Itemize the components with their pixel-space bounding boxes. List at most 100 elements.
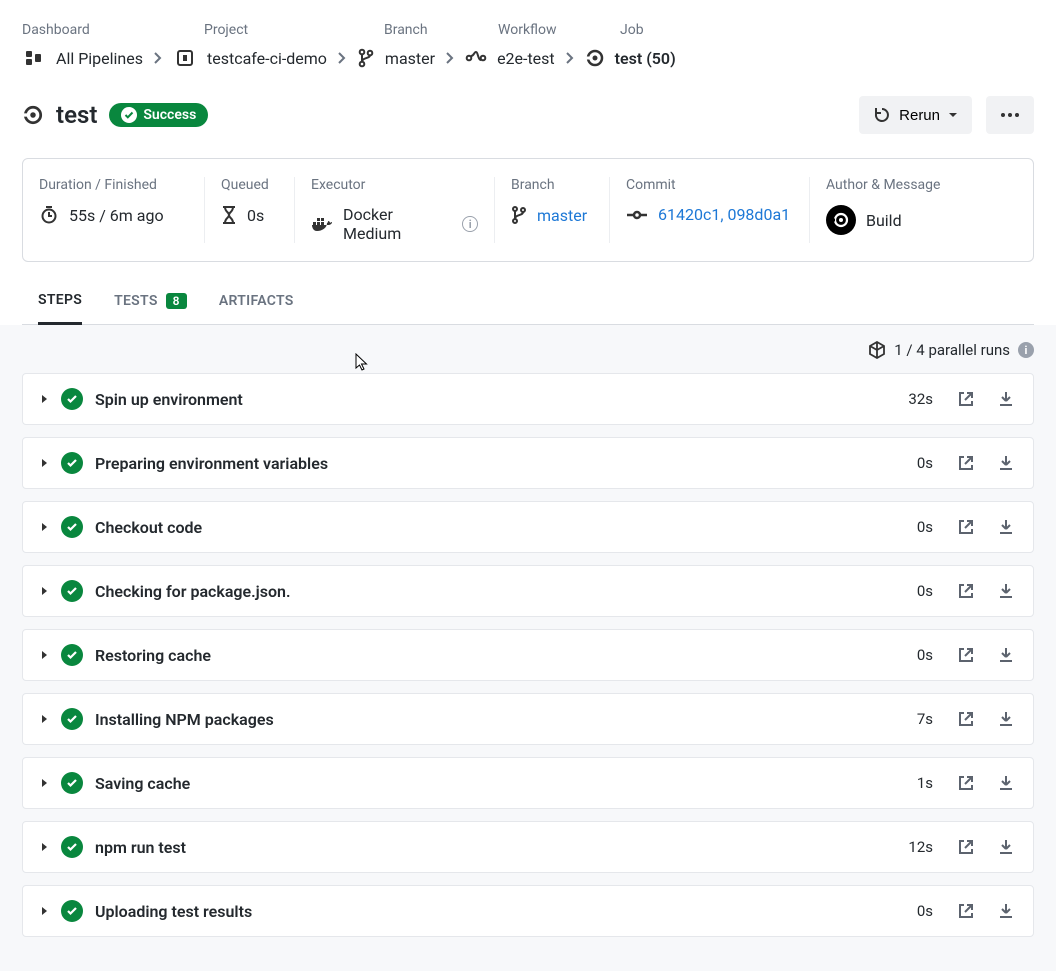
crumb-project[interactable]: testcafe-ci-demo <box>173 46 327 70</box>
tab-artifacts[interactable]: ARTIFACTS <box>219 278 294 324</box>
open-external-icon[interactable] <box>957 774 975 792</box>
step-row[interactable]: Spin up environment 32s <box>22 373 1034 425</box>
check-icon <box>121 107 137 123</box>
tab-tests[interactable]: TESTS 8 <box>114 278 187 324</box>
step-row[interactable]: Installing NPM packages 7s <box>22 693 1034 745</box>
download-icon[interactable] <box>997 838 1015 856</box>
crumb-job[interactable]: test (50) <box>585 48 676 68</box>
tab-steps-label: STEPS <box>38 292 82 308</box>
download-icon[interactable] <box>997 774 1015 792</box>
rerun-button[interactable]: Rerun <box>859 96 972 134</box>
open-external-icon[interactable] <box>957 390 975 408</box>
meta-commit-value[interactable]: 61420c1, 098d0a1 <box>658 205 790 224</box>
author-avatar-icon <box>826 205 856 235</box>
step-row[interactable]: Saving cache 1s <box>22 757 1034 809</box>
step-row[interactable]: Checking for package.json. 0s <box>22 565 1034 617</box>
crumb-workflow-label: e2e-test <box>497 49 555 68</box>
step-name: Saving cache <box>95 774 917 793</box>
check-circle-icon <box>61 644 83 666</box>
status-badge: Success <box>109 103 208 127</box>
check-circle-icon <box>61 516 83 538</box>
step-row[interactable]: npm run test 12s <box>22 821 1034 873</box>
workflow-icon <box>465 51 487 65</box>
project-icon <box>173 46 197 70</box>
open-external-icon[interactable] <box>957 518 975 536</box>
caret-right-icon <box>41 714 61 724</box>
download-icon[interactable] <box>997 582 1015 600</box>
open-external-icon[interactable] <box>957 454 975 472</box>
meta-commit-label: Commit <box>626 177 793 193</box>
step-time: 0s <box>917 582 933 600</box>
step-time: 7s <box>917 710 933 728</box>
step-row[interactable]: Uploading test results 0s <box>22 885 1034 937</box>
step-name: Restoring cache <box>95 646 917 665</box>
crumb-branch-label: master <box>385 49 435 68</box>
caret-right-icon <box>41 650 61 660</box>
rerun-label: Rerun <box>899 107 940 124</box>
open-external-icon[interactable] <box>957 902 975 920</box>
check-circle-icon <box>61 772 83 794</box>
meta-branch-label: Branch <box>511 177 593 193</box>
chevron-right-icon <box>337 51 347 65</box>
meta-branch-value[interactable]: master <box>537 206 587 225</box>
download-icon[interactable] <box>997 454 1015 472</box>
step-time: 32s <box>908 390 933 408</box>
check-circle-icon <box>61 452 83 474</box>
hourglass-icon <box>221 205 237 225</box>
stopwatch-icon <box>39 205 59 225</box>
tab-steps[interactable]: STEPS <box>38 278 82 325</box>
breadcrumb-label-dashboard: Dashboard <box>22 22 204 38</box>
crumb-branch[interactable]: master <box>357 48 435 68</box>
check-circle-icon <box>61 708 83 730</box>
step-name: Uploading test results <box>95 902 917 921</box>
check-circle-icon <box>61 388 83 410</box>
job-title-icon <box>22 104 44 126</box>
info-icon[interactable]: i <box>462 216 478 232</box>
download-icon[interactable] <box>997 390 1015 408</box>
crumb-project-label: testcafe-ci-demo <box>207 49 327 68</box>
tabs: STEPS TESTS 8 ARTIFACTS <box>22 278 1034 325</box>
step-row[interactable]: Checkout code 0s <box>22 501 1034 553</box>
open-external-icon[interactable] <box>957 646 975 664</box>
tab-tests-badge: 8 <box>166 293 187 309</box>
download-icon[interactable] <box>997 710 1015 728</box>
meta-executor-label: Executor <box>311 177 478 193</box>
pipelines-icon <box>22 46 46 70</box>
status-label: Success <box>143 107 196 123</box>
step-row[interactable]: Restoring cache 0s <box>22 629 1034 681</box>
step-time: 0s <box>917 454 933 472</box>
caret-right-icon <box>41 522 61 532</box>
step-name: Checking for package.json. <box>95 582 917 601</box>
step-name: Installing NPM packages <box>95 710 917 729</box>
open-external-icon[interactable] <box>957 710 975 728</box>
download-icon[interactable] <box>997 518 1015 536</box>
crumb-dashboard[interactable]: All Pipelines <box>22 46 143 70</box>
breadcrumb-labels: Dashboard Project Branch Workflow Job <box>22 22 1034 38</box>
tab-tests-label: TESTS <box>114 293 158 309</box>
meta-executor-value: Docker Medium <box>343 205 452 243</box>
caret-down-icon <box>948 111 958 119</box>
rerun-icon <box>873 106 891 124</box>
open-external-icon[interactable] <box>957 582 975 600</box>
crumb-workflow[interactable]: e2e-test <box>465 49 555 68</box>
meta-author-value: Build <box>866 211 902 230</box>
open-external-icon[interactable] <box>957 838 975 856</box>
chevron-right-icon <box>445 51 455 65</box>
commit-icon <box>626 209 648 221</box>
branch-icon <box>357 48 375 68</box>
download-icon[interactable] <box>997 646 1015 664</box>
more-button[interactable] <box>986 96 1034 134</box>
step-row[interactable]: Preparing environment variables 0s <box>22 437 1034 489</box>
step-name: Spin up environment <box>95 390 908 409</box>
meta-queued-value: 0s <box>247 206 264 225</box>
breadcrumb-label-workflow: Workflow <box>498 22 620 38</box>
caret-right-icon <box>41 458 61 468</box>
info-icon[interactable]: i <box>1018 342 1034 358</box>
meta-queued-label: Queued <box>221 177 278 193</box>
breadcrumb-label-branch: Branch <box>384 22 498 38</box>
download-icon[interactable] <box>997 902 1015 920</box>
chevron-right-icon <box>153 51 163 65</box>
branch-icon <box>511 205 527 225</box>
page-title: test <box>56 101 97 129</box>
meta-duration-value: 55s / 6m ago <box>69 206 164 225</box>
